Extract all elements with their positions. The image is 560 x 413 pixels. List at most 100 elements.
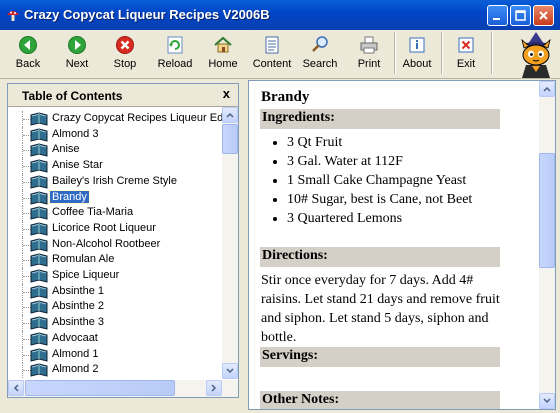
book-icon	[30, 347, 48, 362]
exit-label: Exit	[456, 58, 476, 70]
reload-button[interactable]: Reload	[153, 32, 197, 76]
content-vertical-scrollbar[interactable]	[539, 81, 555, 409]
search-button[interactable]: Search	[298, 32, 342, 76]
scroll-thumb[interactable]	[25, 380, 175, 396]
toc-item[interactable]: Non-Alcohol Rootbeer	[8, 236, 222, 253]
book-icon	[30, 175, 48, 189]
ingredients-header: Ingredients:	[260, 109, 500, 129]
forward-arrow-icon	[68, 36, 86, 54]
reload-icon	[167, 36, 183, 54]
toc-item-label: Brandy	[49, 189, 90, 204]
toc-header: Table of Contents x	[8, 84, 238, 107]
toc-item[interactable]: Bailey's Irish Creme Style	[8, 173, 222, 190]
cat-mascot-logo	[521, 32, 551, 78]
toc-item-label: Romulan Ale	[52, 253, 115, 266]
title-bar: Crazy Copycat Liqueur Recipes V2006B	[0, 0, 560, 30]
book-icon	[30, 363, 48, 377]
toc-item-label: Almond 3	[52, 127, 99, 140]
scroll-down-button[interactable]	[539, 393, 555, 409]
book-icon	[30, 253, 48, 267]
toc-item[interactable]: Almond 1	[8, 346, 222, 363]
toc-item-label: Absinthe 1	[52, 284, 104, 297]
next-label: Next	[65, 58, 89, 70]
book-icon	[30, 143, 48, 158]
book-icon	[30, 269, 48, 283]
chevron-up-icon	[226, 112, 234, 118]
scroll-up-button[interactable]	[222, 107, 238, 123]
search-label: Search	[302, 58, 338, 70]
exit-button[interactable]: Exit	[444, 32, 488, 76]
toc-item[interactable]: Crazy Copycat Recipes Liqueur Edition	[8, 111, 222, 127]
toc-item-label: Almond 2	[52, 363, 99, 376]
toolbar-separator	[491, 32, 493, 74]
ingredient-item: 3 Gal. Water at 112F	[287, 152, 539, 171]
content-pane: Brandy Ingredients: 3 Qt Fruit3 Gal. Wat…	[248, 80, 556, 410]
toc-item[interactable]: Coffee Tia-Maria	[8, 205, 222, 222]
chevron-right-icon	[211, 384, 217, 392]
recipe-title: Brandy	[261, 89, 310, 105]
toc-item[interactable]: Spice Liqueur	[8, 268, 222, 284]
toc-item[interactable]: Absinthe 2	[8, 299, 222, 316]
chevron-down-icon	[543, 398, 551, 404]
home-icon	[214, 36, 232, 53]
toc-pane: Table of Contents x Crazy Copycat Recipe…	[7, 83, 239, 398]
ingredient-item: 3 Quartered Lemons	[287, 209, 539, 228]
scroll-thumb[interactable]	[539, 153, 555, 268]
print-button[interactable]: Print	[347, 32, 391, 76]
toc-item[interactable]: Advocaat	[8, 330, 222, 347]
toc-item[interactable]: Licorice Root Liqueur	[8, 220, 222, 237]
print-label: Print	[357, 58, 381, 70]
scroll-thumb[interactable]	[222, 124, 238, 154]
toc-item-label: Anise	[52, 143, 80, 156]
content-button[interactable]: Content	[250, 32, 294, 76]
stop-label: Stop	[113, 58, 137, 70]
directions-header: Directions:	[260, 247, 500, 267]
maximize-button[interactable]	[510, 5, 531, 26]
recipe-content: Brandy Ingredients: 3 Qt Fruit3 Gal. Wat…	[249, 81, 539, 409]
scroll-left-button[interactable]	[8, 380, 24, 396]
toc-item-label: Coffee Tia-Maria	[52, 206, 134, 219]
toolbar: Back Next Stop Reload Home Content Searc…	[0, 30, 560, 79]
stop-icon	[116, 36, 134, 54]
toc-close-button[interactable]: x	[223, 86, 230, 101]
back-button[interactable]: Back	[6, 32, 50, 76]
ingredients-list: 3 Qt Fruit3 Gal. Water at 112F1 Small Ca…	[285, 133, 539, 228]
toc-item[interactable]: Absinthe 3	[8, 315, 222, 332]
toc-item-label: Bailey's Irish Creme Style	[52, 174, 177, 187]
toc-tree: Crazy Copycat Recipes Liqueur Edition Alm…	[8, 107, 222, 379]
stop-button[interactable]: Stop	[103, 32, 147, 76]
about-button[interactable]: About	[396, 32, 438, 76]
scroll-down-button[interactable]	[222, 363, 238, 379]
toc-item[interactable]: Romulan Ale	[8, 252, 222, 269]
book-icon	[30, 159, 48, 173]
next-button[interactable]: Next	[55, 32, 99, 76]
about-label: About	[402, 58, 432, 70]
toc-item-label: Absinthe 3	[52, 316, 104, 329]
toc-item[interactable]: Brandy	[8, 189, 222, 206]
search-icon	[312, 36, 328, 52]
window-title: Crazy Copycat Liqueur Recipes V2006B	[24, 7, 270, 22]
toc-horizontal-scrollbar[interactable]	[8, 380, 238, 397]
close-window-button[interactable]	[533, 5, 554, 26]
toc-item[interactable]: Anise	[8, 142, 222, 159]
toc-item[interactable]: Anise Star	[8, 158, 222, 175]
ingredient-item: 3 Qt Fruit	[287, 133, 539, 152]
scroll-up-button[interactable]	[539, 81, 555, 97]
toc-item-label: Advocaat	[52, 331, 98, 344]
book-icon	[30, 316, 48, 330]
toc-item-label: Absinthe 2	[52, 300, 104, 313]
pane-splitter[interactable]	[241, 80, 247, 410]
toc-item[interactable]: Almond 2	[8, 362, 222, 379]
home-button[interactable]: Home	[201, 32, 245, 76]
scroll-right-button[interactable]	[206, 380, 222, 396]
toc-item[interactable]: Almond 3	[8, 126, 222, 143]
minimize-button[interactable]	[487, 5, 508, 26]
toc-item-label: Non-Alcohol Rootbeer	[52, 237, 161, 250]
toc-item-label: Spice Liqueur	[52, 269, 120, 281]
book-icon	[30, 238, 48, 252]
home-label: Home	[208, 58, 238, 70]
toc-item[interactable]: Absinthe 1	[8, 283, 222, 300]
document-icon	[265, 36, 279, 54]
chevron-left-icon	[13, 384, 19, 392]
toc-vertical-scrollbar[interactable]	[222, 107, 238, 379]
